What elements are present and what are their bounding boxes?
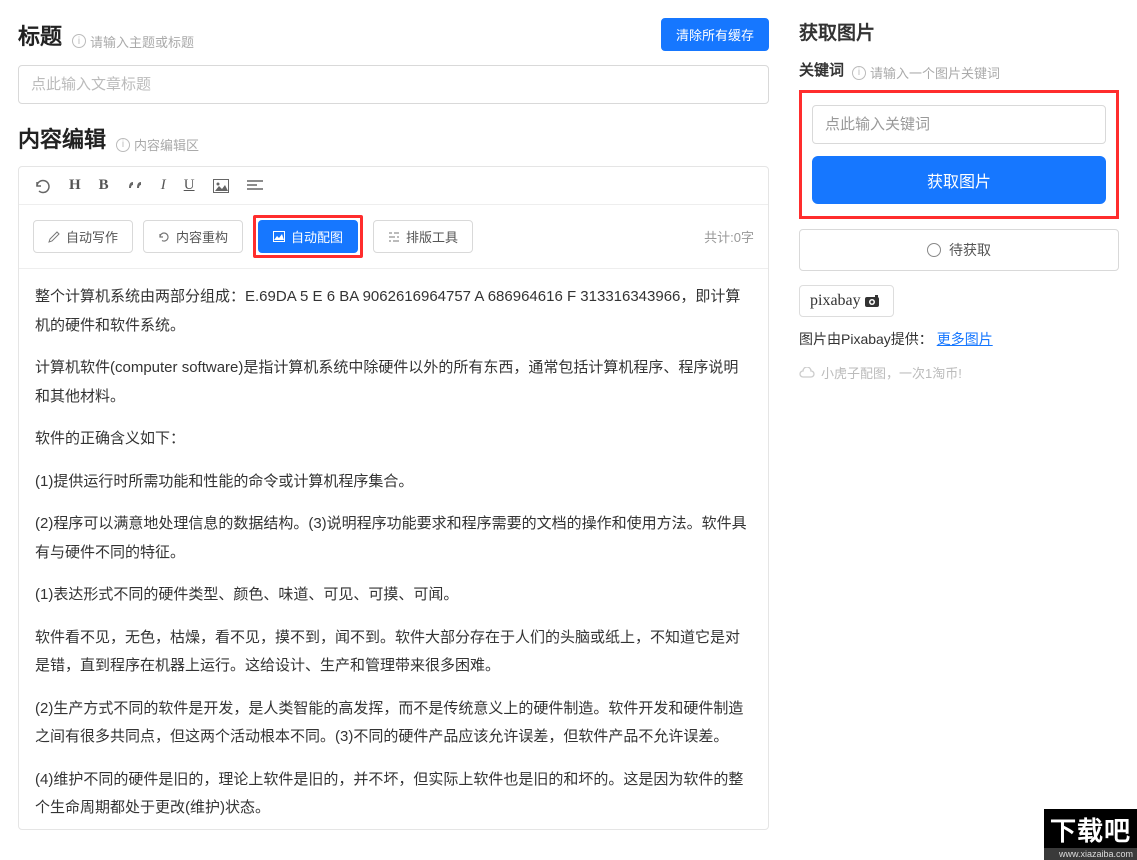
quote-icon[interactable] — [127, 180, 143, 192]
provided-text: 图片由Pixabay提供： 更多图片 — [799, 329, 1119, 349]
restructure-button[interactable]: 内容重构 — [143, 220, 243, 253]
paragraph: (2)程序可以满意地处理信息的数据结构。(3)说明程序功能要求和程序需要的文档的… — [35, 510, 752, 567]
bold-icon[interactable]: B — [99, 177, 109, 194]
keyword-label: 关键词 — [799, 59, 844, 80]
align-icon[interactable] — [247, 180, 263, 192]
cloud-icon — [799, 367, 815, 378]
layout-tool-button[interactable]: 排版工具 — [373, 220, 473, 253]
content-heading: 内容编辑 — [18, 122, 106, 154]
layout-icon — [388, 231, 400, 243]
content-hint: i 内容编辑区 — [116, 135, 199, 154]
undo-icon[interactable] — [33, 178, 51, 194]
editor-container: H B I U 自动写作 — [18, 166, 769, 830]
keyword-highlight-box: 获取图片 — [799, 90, 1119, 219]
editor-content[interactable]: 整个计算机系统由两部分组成：E.69DA 5 E 6 BA 9062616964… — [19, 269, 768, 829]
clear-cache-button[interactable]: 清除所有缓存 — [661, 18, 769, 51]
camera-icon — [865, 295, 883, 307]
fetch-image-button[interactable]: 获取图片 — [812, 156, 1106, 204]
paragraph: (2)生产方式不同的软件是开发，是人类智能的高发挥，而不是传统意义上的硬件制造。… — [35, 695, 752, 752]
paragraph: 整个计算机系统由两部分组成：E.69DA 5 E 6 BA 9062616964… — [35, 283, 752, 340]
paragraph: (1)表达形式不同的硬件类型、颜色、味道、可见、可摸、可闻。 — [35, 581, 752, 610]
sidebar: 获取图片 关键词 i 请输入一个图片关键词 获取图片 待获取 pixabay — [787, 0, 1137, 860]
heading-icon[interactable]: H — [69, 177, 81, 194]
refresh-icon — [158, 231, 170, 243]
paragraph: 计算机软件(computer software)是指计算机系统中除硬件以外的所有… — [35, 354, 752, 411]
paragraph: 软件看不见，无色，枯燥，看不见，摸不到，闻不到。软件大部分存在于人们的头脑或纸上… — [35, 624, 752, 681]
pixabay-badge: pixabay — [799, 285, 894, 317]
underline-icon[interactable]: U — [184, 177, 195, 194]
keyword-hint: i 请输入一个图片关键词 — [852, 63, 1000, 82]
footer-note: 小虎子配图，一次1淘币! — [799, 363, 1119, 382]
info-icon: i — [72, 34, 86, 48]
char-count: 共计:0字 — [704, 227, 754, 246]
auto-write-button[interactable]: 自动写作 — [33, 220, 133, 253]
auto-image-button[interactable]: 自动配图 — [258, 220, 358, 253]
watermark: 下载吧 www.xiazaiba.com — [1044, 809, 1137, 860]
pencil-icon — [48, 231, 60, 243]
italic-icon[interactable]: I — [161, 177, 166, 194]
paragraph: (4)维护不同的硬件是旧的，理论上软件是旧的，并不坏，但实际上软件也是旧的和坏的… — [35, 766, 752, 823]
title-heading: 标题 — [18, 19, 62, 51]
title-header-row: 标题 i 请输入主题或标题 清除所有缓存 — [18, 18, 769, 51]
paragraph: (1)提供运行时所需功能和性能的命令或计算机程序集合。 — [35, 468, 752, 497]
highlight-frame: 自动配图 — [253, 215, 363, 258]
title-hint: i 请输入主题或标题 — [72, 32, 194, 51]
paragraph: 软件的正确含义如下： — [35, 425, 752, 454]
action-toolbar: 自动写作 内容重构 自动配图 — [19, 205, 768, 269]
main-panel: 标题 i 请输入主题或标题 清除所有缓存 内容编辑 i 内容编辑区 — [0, 0, 787, 860]
format-toolbar: H B I U — [19, 167, 768, 205]
pending-button[interactable]: 待获取 — [799, 229, 1119, 271]
article-title-input[interactable] — [18, 65, 769, 104]
circle-icon — [927, 243, 941, 257]
info-icon: i — [852, 66, 866, 80]
sidebar-heading: 获取图片 — [799, 18, 1119, 45]
image-small-icon — [273, 231, 285, 242]
keyword-input[interactable] — [812, 105, 1106, 144]
image-icon[interactable] — [213, 179, 229, 193]
more-images-link[interactable]: 更多图片 — [937, 331, 993, 347]
info-icon: i — [116, 138, 130, 152]
